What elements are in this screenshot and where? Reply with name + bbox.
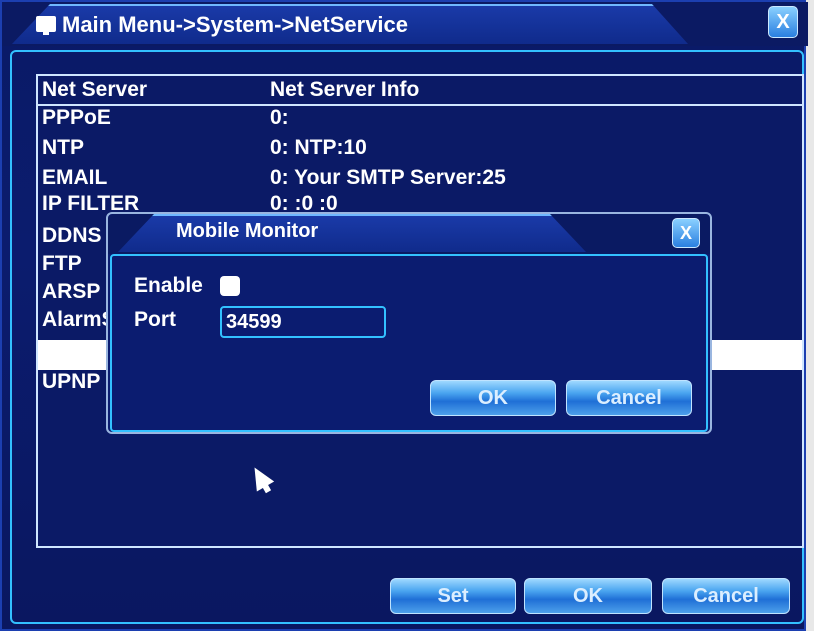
table-row-info[interactable]: 0: Your SMTP Server:25 xyxy=(270,166,506,190)
column-header-net-server-info: Net Server Info xyxy=(270,78,420,101)
dialog-cancel-button[interactable]: Cancel xyxy=(566,380,692,416)
ok-button[interactable]: OK xyxy=(524,578,652,614)
table-row-name[interactable]: DDNS xyxy=(42,224,102,248)
mobile-monitor-dialog: Mobile Monitor X Enable Port OK Cancel xyxy=(106,212,712,434)
enable-checkbox[interactable] xyxy=(220,276,240,296)
table-row-info[interactable]: 0: xyxy=(270,106,289,130)
column-header-net-server: Net Server xyxy=(42,78,148,101)
cancel-button[interactable]: Cancel xyxy=(662,578,790,614)
set-button[interactable]: Set xyxy=(390,578,516,614)
dialog-ok-button[interactable]: OK xyxy=(430,380,556,416)
table-row-name[interactable]: UPNP xyxy=(42,370,100,394)
table-row-name[interactable]: EMAIL xyxy=(42,166,107,190)
enable-label: Enable xyxy=(134,274,203,297)
port-input[interactable] xyxy=(220,306,386,338)
header-divider xyxy=(38,104,802,106)
dialog-title: Mobile Monitor xyxy=(176,220,319,242)
port-label: Port xyxy=(134,308,176,331)
table-row-name[interactable]: NTP xyxy=(42,136,84,160)
table-row-info[interactable]: 0: NTP:10 xyxy=(270,136,367,160)
table-row-name[interactable]: PPPoE xyxy=(42,106,111,130)
window-title: Main Menu->System->NetService xyxy=(62,12,409,37)
dialog-title-bar: Mobile Monitor X xyxy=(108,214,710,254)
dialog-close-button[interactable]: X xyxy=(672,218,700,248)
table-row-name[interactable]: FTP xyxy=(42,252,82,276)
monitor-icon xyxy=(36,16,56,35)
close-button[interactable]: X xyxy=(768,6,798,38)
title-bar: Main Menu->System->NetService xyxy=(2,2,808,46)
table-row-name[interactable]: ARSP xyxy=(42,280,100,304)
